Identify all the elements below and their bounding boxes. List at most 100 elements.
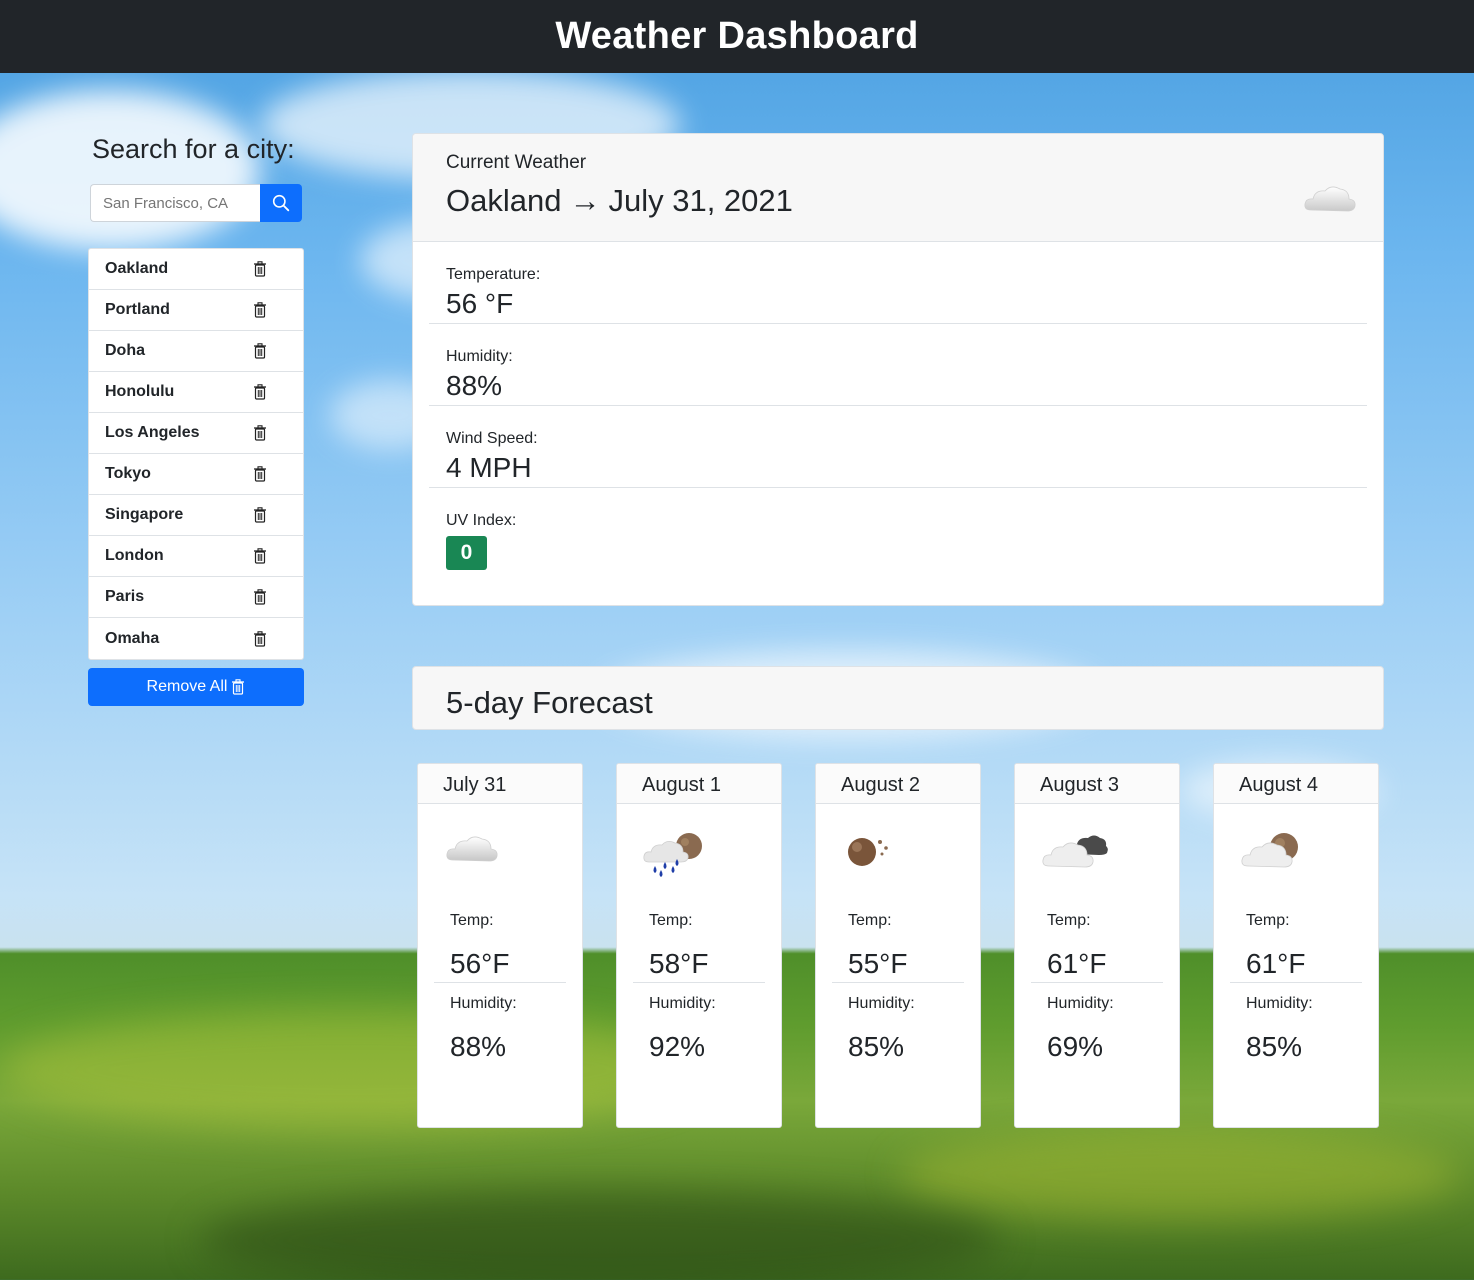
uv-label: UV Index: [446,512,517,529]
arrow-right-icon: → [569,183,601,218]
page-title: Weather Dashboard [555,15,919,57]
forecast-humidity-value: 85% [1246,1031,1303,1062]
trash-icon[interactable] [253,466,267,482]
city-item-doha[interactable]: Doha [89,331,303,372]
current-city-date: Oakland → July 31, 2021 [446,183,1383,219]
search-button[interactable] [260,184,302,222]
forecast-humidity-label: Humidity: [848,995,915,1012]
dark-clouds-icon [1015,804,1179,880]
forecast-temp: Temp: 56°F [434,880,566,983]
city-item-honolulu[interactable]: Honolulu [89,372,303,413]
forecast-humidity-value: 85% [848,1031,905,1062]
search-input[interactable] [90,184,260,222]
trash-icon[interactable] [253,589,267,605]
forecast-temp-value: 61°F [1047,948,1107,979]
trash-icon [232,679,245,695]
city-item-omaha[interactable]: Omaha [89,618,303,659]
city-name[interactable]: Omaha [105,630,159,648]
humidity-label: Humidity: [446,348,513,365]
forecast-humidity: Humidity: 85% [1230,983,1362,1086]
city-item-singapore[interactable]: Singapore [89,495,303,536]
trash-icon[interactable] [253,302,267,318]
trash-icon[interactable] [253,384,267,400]
city-name[interactable]: Doha [105,342,145,360]
trash-icon[interactable] [253,425,267,441]
forecast-humidity: Humidity: 69% [1031,983,1163,1086]
current-date: July 31, 2021 [608,183,793,218]
forecast-temp-label: Temp: [1246,912,1290,929]
forecast-date: August 2 [816,764,980,804]
forecast-date: July 31 [418,764,582,804]
city-name[interactable]: Los Angeles [105,424,200,442]
city-name[interactable]: London [105,547,164,565]
city-name[interactable]: Singapore [105,506,183,524]
forecast-cards: July 31 Temp: 56°F Humidity: 88% August 1 Temp… [417,763,1379,1128]
cloud-icon [1303,182,1357,221]
city-name[interactable]: Honolulu [105,383,174,401]
forecast-temp: Temp: 58°F [633,880,765,983]
current-weather-label: Current Weather [446,152,587,173]
forecast-humidity: Humidity: 85% [832,983,964,1086]
wind-label: Wind Speed: [446,430,538,447]
forecast-humidity-label: Humidity: [450,995,517,1012]
forecast-temp-value: 58°F [649,948,709,979]
city-name[interactable]: Portland [105,301,170,319]
forecast-heading: 5-day Forecast [412,666,1384,730]
forecast-temp: Temp: 61°F [1031,880,1163,983]
background-grass [200,1190,1000,1280]
rain-moon-icon [617,804,781,880]
forecast-temp-label: Temp: [848,912,892,929]
current-city: Oakland [446,183,562,218]
forecast-temp: Temp: 55°F [832,880,964,983]
remove-all-button[interactable]: Remove All [88,668,304,706]
city-name[interactable]: Tokyo [105,465,151,483]
humidity-stat: Humidity: 88% [429,324,1367,406]
search-form [90,184,304,222]
city-name[interactable]: Oakland [105,260,168,278]
forecast-day-card: July 31 Temp: 56°F Humidity: 88% [417,763,583,1128]
forecast-day-card: August 2 Temp: 55°F Humidity: 85% [815,763,981,1128]
city-item-oakland[interactable]: Oakland [89,249,303,290]
forecast-day-card: August 3 Temp: 61°F Humidity: 69% [1014,763,1180,1128]
search-icon [272,194,290,212]
humidity-value: 88% [446,370,503,401]
forecast-day-card: August 1 Temp: 58°F Humidity: 92% [616,763,782,1128]
city-item-portland[interactable]: Portland [89,290,303,331]
moon-icon [816,804,980,880]
forecast-humidity-value: 88% [450,1031,507,1062]
forecast-temp-value: 61°F [1246,948,1306,979]
city-item-los-angeles[interactable]: Los Angeles [89,413,303,454]
forecast-humidity: Humidity: 92% [633,983,765,1086]
trash-icon[interactable] [253,261,267,277]
temperature-value: 56 °F [446,288,514,319]
wind-stat: Wind Speed: 4 MPH [429,406,1367,488]
uv-index-badge: 0 [446,536,487,570]
trash-icon[interactable] [253,630,267,647]
current-weather-header: Current Weather Oakland → July 31, 2021 [413,134,1383,242]
trash-icon[interactable] [253,548,267,564]
search-heading: Search for a city: [92,134,295,164]
forecast-humidity-label: Humidity: [649,995,716,1012]
cloud-moon-icon [1214,804,1378,880]
forecast-date: August 3 [1015,764,1179,804]
city-item-paris[interactable]: Paris [89,577,303,618]
city-item-london[interactable]: London [89,536,303,577]
background-grass [900,1130,1460,1220]
remove-all-label: Remove All [146,678,228,695]
forecast-humidity-value: 92% [649,1031,706,1062]
forecast-day-card: August 4 Temp: 61°F Humidity: 85% [1213,763,1379,1128]
forecast-humidity-label: Humidity: [1047,995,1114,1012]
forecast-temp-value: 56°F [450,948,510,979]
forecast-date: August 4 [1214,764,1378,804]
current-weather-card: Current Weather Oakland → July 31, 2021 … [412,133,1384,606]
forecast-humidity: Humidity: 88% [434,983,566,1086]
forecast-temp: Temp: 61°F [1230,880,1362,983]
trash-icon[interactable] [253,507,267,523]
forecast-humidity-label: Humidity: [1246,995,1313,1012]
city-name[interactable]: Paris [105,588,144,606]
trash-icon[interactable] [253,343,267,359]
city-item-tokyo[interactable]: Tokyo [89,454,303,495]
city-history-list: Oakland Portland Doha Honolulu Los Angeles To… [88,248,304,660]
sidebar: Search for a city: Oakland Portland Doha Ho… [88,128,304,706]
forecast-humidity-value: 69% [1047,1031,1104,1062]
